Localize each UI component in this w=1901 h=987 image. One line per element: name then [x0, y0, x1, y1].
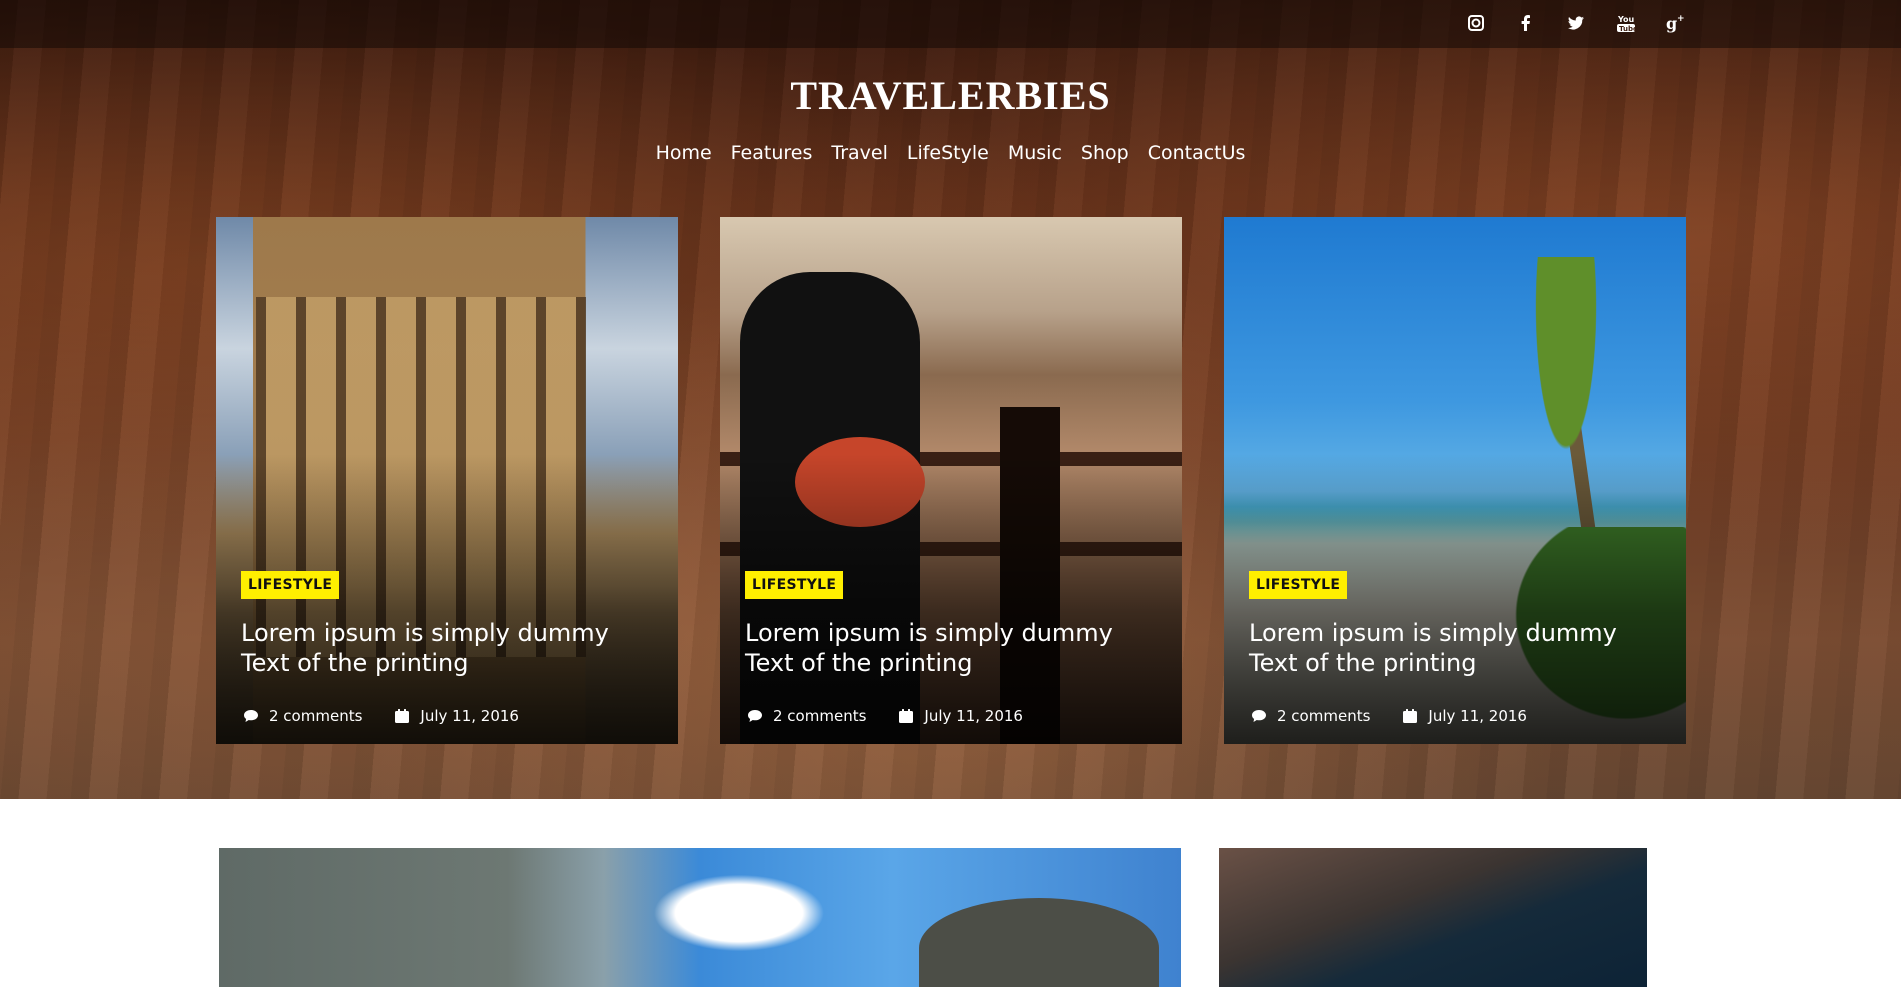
facebook-icon[interactable] [1513, 10, 1539, 36]
site-logo[interactable]: TRAVELERBIES [0, 72, 1901, 119]
comment-icon [1252, 710, 1266, 722]
youtube-icon[interactable]: You Tube [1613, 10, 1639, 36]
card-title[interactable]: Lorem ipsum is simply dummy Text of the … [745, 618, 1165, 678]
calendar-icon [395, 709, 410, 723]
comment-count[interactable]: 2 comments [1277, 707, 1370, 725]
instagram-icon[interactable] [1463, 10, 1489, 36]
comment-count[interactable]: 2 comments [773, 707, 866, 725]
nav-home[interactable]: Home [656, 142, 712, 164]
card-meta: 2 comments July 11, 2016 [243, 707, 519, 725]
category-badge[interactable]: LIFESTYLE [1249, 571, 1348, 599]
nav-lifestyle[interactable]: LifeStyle [907, 142, 989, 164]
hero-section: You Tube g + TRAVELERBIES Home Features Tr… [0, 0, 1901, 799]
content-section [0, 799, 1901, 987]
nav-music[interactable]: Music [1008, 142, 1062, 164]
post-date: July 11, 2016 [420, 707, 519, 725]
post-date: July 11, 2016 [924, 707, 1023, 725]
nav-features[interactable]: Features [731, 142, 813, 164]
comment-icon [244, 710, 258, 722]
card-meta: 2 comments July 11, 2016 [747, 707, 1023, 725]
svg-text:+: + [1677, 14, 1685, 24]
comment-icon [748, 710, 762, 722]
card-title[interactable]: Lorem ipsum is simply dummy Text of the … [241, 618, 661, 678]
nav-contactus[interactable]: ContactUs [1148, 142, 1246, 164]
top-bar: You Tube g + [0, 0, 1901, 48]
calendar-icon [1403, 709, 1418, 723]
category-badge[interactable]: LIFESTYLE [745, 571, 844, 599]
featured-card[interactable]: LIFESTYLE Lorem ipsum is simply dummy Te… [720, 217, 1182, 744]
post-image-aerial[interactable] [1219, 848, 1647, 987]
svg-text:g: g [1666, 14, 1677, 33]
card-title[interactable]: Lorem ipsum is simply dummy Text of the … [1249, 618, 1669, 678]
svg-text:Tube: Tube [1619, 25, 1636, 33]
social-links: You Tube g + [1463, 10, 1689, 36]
category-badge[interactable]: LIFESTYLE [241, 571, 340, 599]
comment-count[interactable]: 2 comments [269, 707, 362, 725]
featured-card[interactable]: LIFESTYLE Lorem ipsum is simply dummy Te… [1224, 217, 1686, 744]
svg-text:You: You [1617, 15, 1635, 24]
post-image-cliffs[interactable] [219, 848, 1181, 987]
twitter-icon[interactable] [1563, 10, 1589, 36]
post-date: July 11, 2016 [1428, 707, 1527, 725]
main-nav: Home Features Travel LifeStyle Music Sho… [0, 142, 1901, 164]
nav-shop[interactable]: Shop [1081, 142, 1129, 164]
nav-travel[interactable]: Travel [831, 142, 887, 164]
card-meta: 2 comments July 11, 2016 [1251, 707, 1527, 725]
featured-card[interactable]: LIFESTYLE Lorem ipsum is simply dummy Te… [216, 217, 678, 744]
google-plus-icon[interactable]: g + [1663, 10, 1689, 36]
featured-cards: LIFESTYLE Lorem ipsum is simply dummy Te… [216, 217, 1686, 744]
calendar-icon [899, 709, 914, 723]
